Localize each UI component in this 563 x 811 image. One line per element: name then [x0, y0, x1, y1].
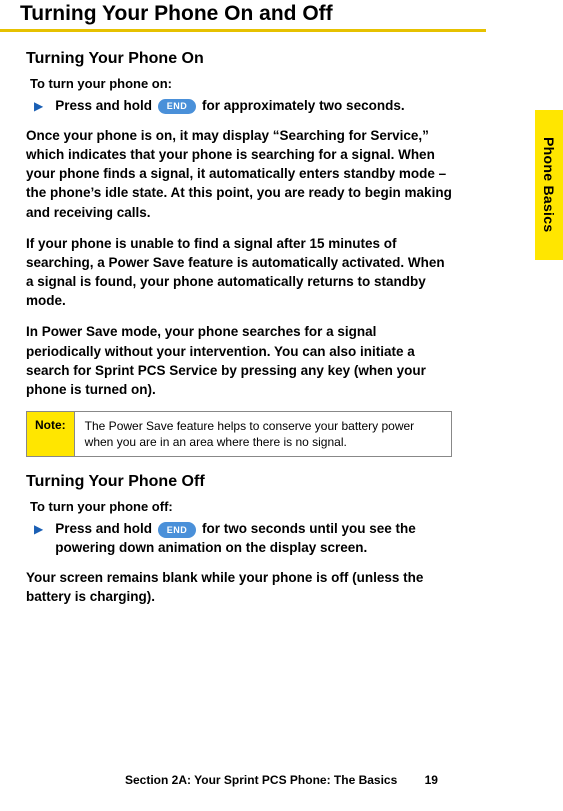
- para-on-3: In Power Save mode, your phone searches …: [26, 322, 452, 399]
- note-box: Note: The Power Save feature helps to co…: [26, 411, 452, 457]
- para-off-1: Your screen remains blank while your pho…: [26, 568, 452, 606]
- heading-turn-on: Turning Your Phone On: [26, 50, 452, 68]
- step-turn-off: ▶ Press and hold END for two seconds unt…: [34, 520, 452, 558]
- content-area: Turning Your Phone On To turn your phone…: [0, 32, 500, 606]
- end-key-icon: END: [158, 99, 197, 115]
- arrow-icon: ▶: [34, 97, 43, 115]
- note-label: Note:: [27, 412, 75, 456]
- arrow-icon: ▶: [34, 520, 43, 538]
- footer: Section 2A: Your Sprint PCS Phone: The B…: [0, 773, 563, 787]
- step-off-before: Press and hold: [55, 521, 156, 536]
- page-title: Turning Your Phone On and Off: [0, 0, 486, 32]
- para-on-1: Once your phone is on, it may display “S…: [26, 126, 452, 222]
- sub-heading-turn-on: To turn your phone on:: [30, 76, 452, 91]
- end-key-icon: END: [158, 522, 197, 538]
- side-tab-phone-basics: Phone Basics: [535, 110, 563, 260]
- sub-heading-turn-off: To turn your phone off:: [30, 499, 452, 514]
- heading-turn-off: Turning Your Phone Off: [26, 473, 452, 491]
- para-on-2: If your phone is unable to find a signal…: [26, 234, 452, 311]
- step-turn-on: ▶ Press and hold END for approximately t…: [34, 97, 452, 116]
- step-turn-off-text: Press and hold END for two seconds until…: [55, 520, 452, 558]
- step-on-after: for approximately two seconds.: [198, 98, 404, 113]
- step-turn-on-text: Press and hold END for approximately two…: [55, 97, 404, 116]
- side-tab-label: Phone Basics: [541, 137, 557, 232]
- step-on-before: Press and hold: [55, 98, 156, 113]
- footer-section: Section 2A: Your Sprint PCS Phone: The B…: [125, 773, 397, 787]
- page-number: 19: [425, 773, 438, 787]
- note-text: The Power Save feature helps to conserve…: [75, 412, 451, 456]
